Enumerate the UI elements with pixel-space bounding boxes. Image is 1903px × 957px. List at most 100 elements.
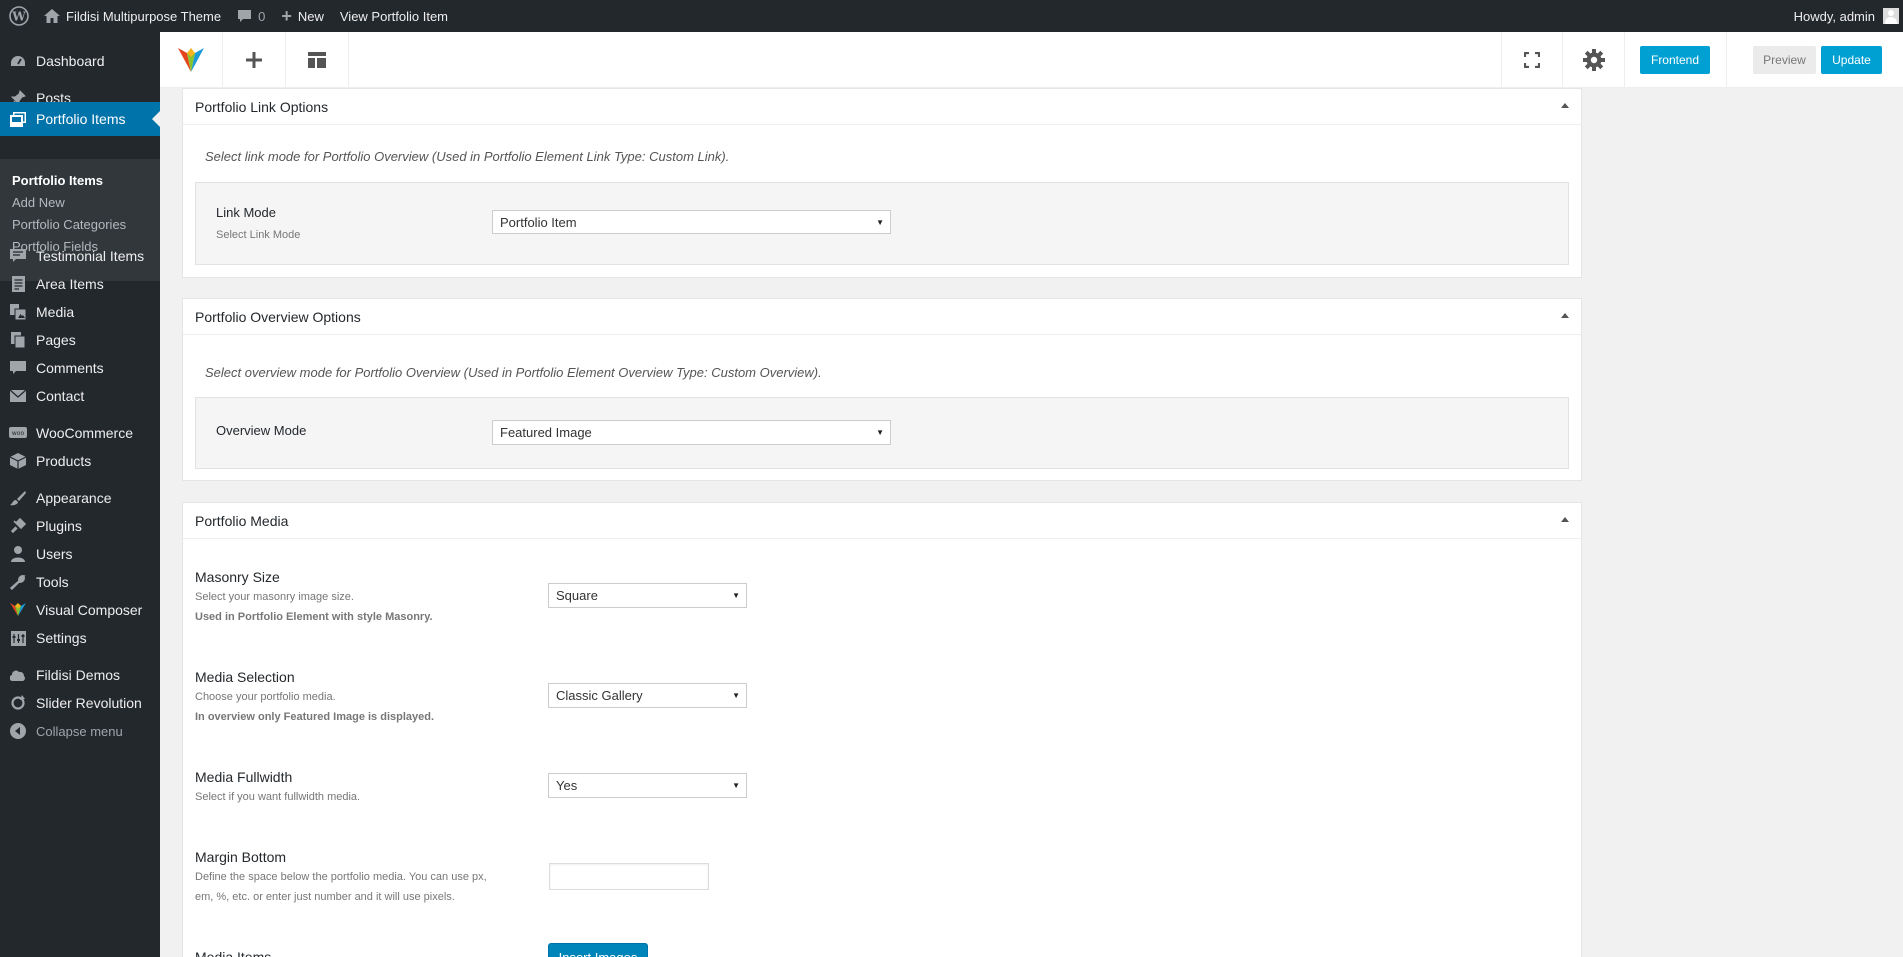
menu-label: Contact bbox=[36, 388, 85, 404]
menu-label: Testimonial Items bbox=[36, 248, 145, 264]
plus-icon bbox=[246, 52, 262, 68]
menu-label: Plugins bbox=[36, 518, 82, 534]
panel-header[interactable]: Portfolio Link Options bbox=[183, 89, 1581, 125]
toolbar-divider bbox=[1726, 32, 1727, 88]
avatar bbox=[1883, 8, 1899, 24]
view-item-link[interactable]: View Portfolio Item bbox=[332, 0, 456, 32]
menu-label: Portfolio Items bbox=[36, 111, 126, 127]
site-name: Fildisi Multipurpose Theme bbox=[66, 8, 222, 24]
comments-count: 0 bbox=[258, 8, 266, 24]
portfolio-overview-options-panel: Portfolio Overview Options Select overvi… bbox=[182, 298, 1582, 481]
menu-label: Area Items bbox=[36, 276, 104, 292]
insert-images-button[interactable]: Insert Images bbox=[548, 943, 648, 957]
wordpress-logo-icon[interactable]: W bbox=[2, 0, 36, 32]
menu-label: Collapse menu bbox=[36, 723, 123, 739]
comment-bubble-icon bbox=[237, 9, 252, 23]
user-icon bbox=[0, 546, 36, 562]
menu-label: WooCommerce bbox=[36, 425, 133, 441]
brush-icon bbox=[0, 490, 36, 506]
collapse-menu-button[interactable]: Collapse menu bbox=[0, 714, 160, 748]
my-account-link[interactable]: Howdy, admin bbox=[1786, 0, 1903, 32]
add-element-button[interactable] bbox=[223, 32, 286, 88]
fullscreen-icon bbox=[1524, 52, 1540, 68]
margin-bottom-description: Define the space below the portfolio med… bbox=[195, 867, 487, 907]
preview-button[interactable]: Preview bbox=[1753, 46, 1816, 74]
panel-title: Portfolio Link Options bbox=[195, 98, 329, 115]
submenu-portfolio-categories[interactable]: Portfolio Categories bbox=[12, 217, 126, 232]
home-icon bbox=[44, 9, 60, 23]
submenu-portfolio-items[interactable]: Portfolio Items bbox=[12, 173, 103, 188]
collapse-arrow-icon[interactable] bbox=[1561, 313, 1569, 318]
masonry-size-label: Masonry Size bbox=[195, 569, 280, 585]
media-fullwidth-select[interactable]: Yes bbox=[548, 773, 747, 798]
menu-label: Settings bbox=[36, 630, 87, 646]
overview-mode-select[interactable]: Featured Image bbox=[492, 420, 891, 445]
editor-toolbar: Frontend Preview Update bbox=[160, 32, 1903, 88]
woo-icon: woo bbox=[0, 427, 36, 439]
refresh-icon bbox=[0, 695, 36, 711]
wrench-icon bbox=[0, 574, 36, 590]
menu-products[interactable]: Products bbox=[0, 444, 160, 478]
view-item-label: View Portfolio Item bbox=[339, 8, 449, 24]
fullscreen-button[interactable] bbox=[1501, 32, 1563, 88]
cloud-icon bbox=[0, 668, 36, 682]
comment-icon bbox=[0, 361, 36, 375]
menu-settings[interactable]: Settings bbox=[0, 621, 160, 655]
frontend-button[interactable]: Frontend bbox=[1640, 46, 1710, 74]
masonry-size-select[interactable]: Square bbox=[548, 583, 747, 608]
media-fullwidth-description: Select if you want fullwidth media. bbox=[195, 787, 360, 807]
media-selection-description: Choose your portfolio media. In overview… bbox=[195, 687, 434, 727]
submenu-add-new[interactable]: Add New bbox=[12, 195, 65, 210]
portfolio-link-options-panel: Portfolio Link Options Select link mode … bbox=[182, 88, 1582, 278]
vc-icon bbox=[0, 602, 36, 618]
page-settings-button[interactable] bbox=[1563, 32, 1625, 88]
portfolio-media-panel: Portfolio Media Masonry Size Select your… bbox=[182, 502, 1582, 957]
site-name-link[interactable]: Fildisi Multipurpose Theme bbox=[36, 0, 229, 32]
media-fullwidth-label: Media Fullwidth bbox=[195, 769, 293, 785]
pages-icon bbox=[0, 332, 36, 348]
panel-header[interactable]: Portfolio Media bbox=[183, 503, 1581, 539]
svg-text:woo: woo bbox=[12, 430, 25, 437]
menu-label: Dashboard bbox=[36, 53, 105, 69]
comments-link[interactable]: 0 bbox=[229, 0, 273, 32]
update-button[interactable]: Update bbox=[1821, 46, 1882, 74]
description-line: Define the space below the portfolio med… bbox=[195, 871, 487, 883]
menu-dashboard[interactable]: Dashboard bbox=[0, 44, 160, 78]
document-icon bbox=[0, 276, 36, 292]
templates-button[interactable] bbox=[286, 32, 349, 88]
dashboard-icon bbox=[0, 54, 36, 68]
vc-logo-icon[interactable] bbox=[160, 32, 223, 88]
menu-label: Tools bbox=[36, 574, 69, 590]
media-selection-label: Media Selection bbox=[195, 669, 295, 685]
menu-label: Fildisi Demos bbox=[36, 667, 121, 683]
link-mode-option: Link Mode Select Link Mode Portfolio Ite… bbox=[195, 182, 1569, 265]
panel-description: Select overview mode for Portfolio Overv… bbox=[205, 365, 822, 380]
margin-bottom-label: Margin Bottom bbox=[195, 849, 287, 865]
gear-icon bbox=[1582, 49, 1605, 71]
menu-label: Products bbox=[36, 453, 92, 469]
collapse-arrow-icon[interactable] bbox=[1561, 517, 1569, 522]
media-items-label: Media Items bbox=[195, 949, 272, 957]
settings-icon bbox=[0, 630, 36, 646]
media-icon bbox=[0, 304, 36, 320]
panel-title: Portfolio Media bbox=[195, 512, 289, 529]
media-selection-select[interactable]: Classic Gallery bbox=[548, 683, 747, 708]
svg-text:W: W bbox=[11, 10, 26, 24]
description-line: Used in Portfolio Element with style Mas… bbox=[195, 611, 433, 623]
overview-mode-option: Overview Mode Featured Image bbox=[195, 397, 1569, 469]
mail-icon bbox=[0, 390, 36, 402]
description-line: In overview only Featured Image is displ… bbox=[195, 711, 435, 723]
panel-header[interactable]: Portfolio Overview Options bbox=[183, 299, 1581, 335]
menu-label: Slider Revolution bbox=[36, 695, 142, 711]
menu-label: Comments bbox=[36, 360, 104, 376]
menu-contact[interactable]: Contact bbox=[0, 379, 160, 413]
link-mode-select[interactable]: Portfolio Item bbox=[492, 210, 891, 234]
plugin-icon bbox=[0, 518, 36, 534]
margin-bottom-input[interactable] bbox=[549, 863, 709, 890]
menu-portfolio-items[interactable]: Portfolio Items bbox=[0, 102, 160, 136]
testimonial-icon bbox=[0, 249, 36, 263]
link-mode-label: Link Mode bbox=[216, 205, 276, 220]
description-line: Select if you want fullwidth media. bbox=[195, 791, 361, 803]
new-content-link[interactable]: + New bbox=[273, 0, 332, 32]
collapse-arrow-icon[interactable] bbox=[1561, 103, 1569, 108]
